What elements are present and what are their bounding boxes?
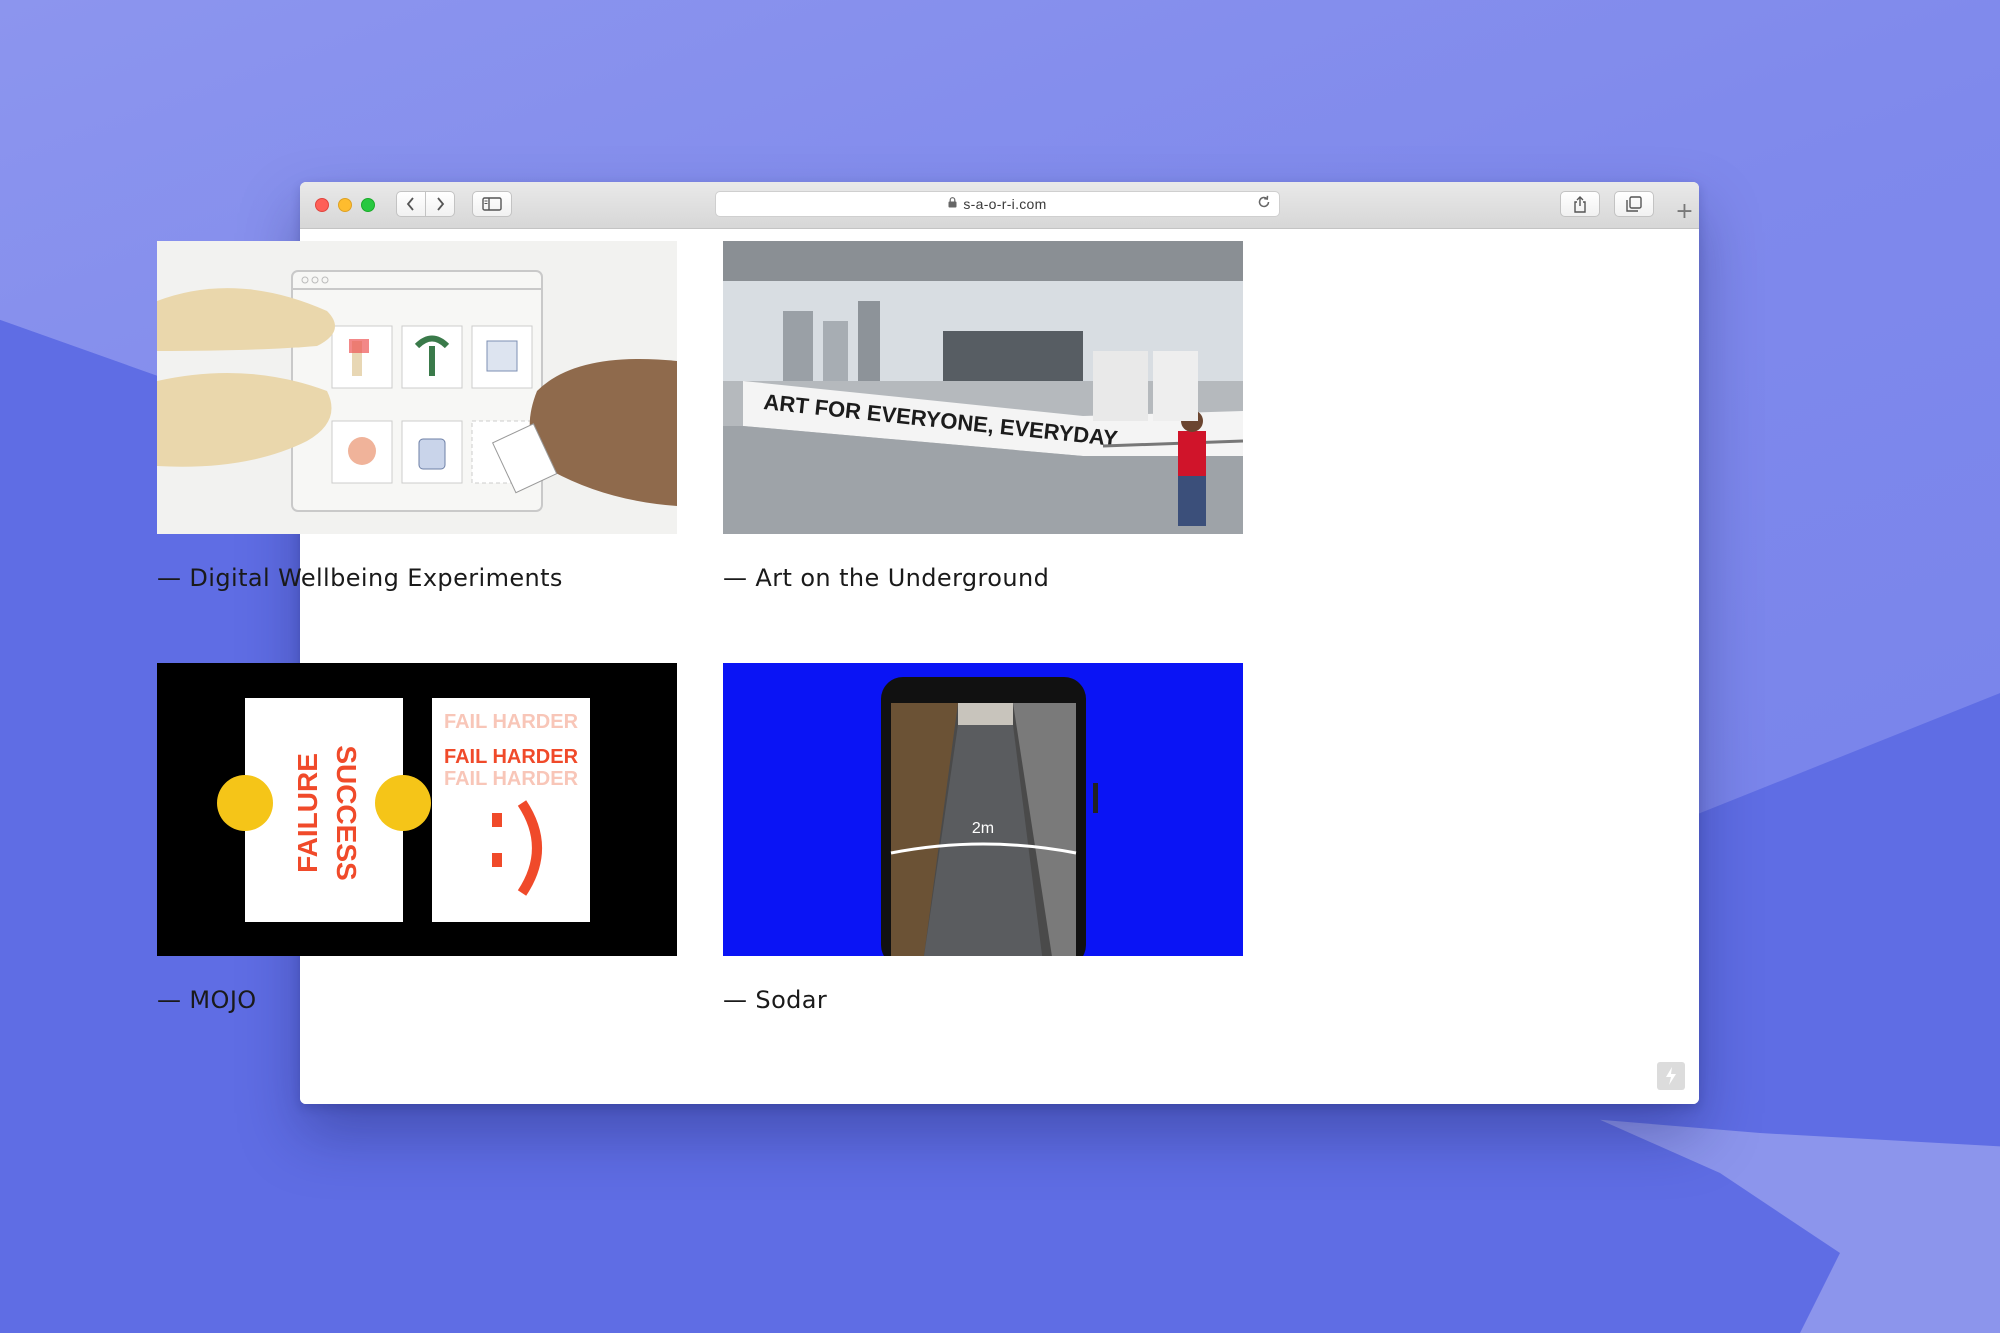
project-thumbnail-sodar[interactable]: 2m — [723, 663, 1243, 956]
project-title-mojo[interactable]: — MOJO — [157, 986, 257, 1014]
sidebar-button[interactable] — [472, 191, 512, 217]
share-button[interactable] — [1560, 191, 1600, 217]
address-bar[interactable]: s-a-o-r-i.com — [715, 191, 1280, 217]
browser-toolbar: s-a-o-r-i.com + — [300, 182, 1699, 229]
mojo-failure-text: FAILURE — [292, 753, 323, 873]
mojo-success-text: SUCCESS — [331, 745, 362, 880]
sodar-distance-text: 2m — [972, 820, 994, 837]
sidebar-icon — [482, 197, 502, 211]
minimize-window-button[interactable] — [338, 198, 352, 212]
show-tabs-button[interactable] — [1614, 191, 1654, 217]
new-tab-button[interactable]: + — [1670, 194, 1699, 228]
maximize-window-button[interactable] — [361, 198, 375, 212]
lightning-icon[interactable] — [1657, 1062, 1685, 1090]
share-icon — [1574, 195, 1586, 213]
project-thumbnail-mojo[interactable]: FAILURE SUCCESS FAIL HARDER FAIL HARDER … — [157, 663, 677, 956]
close-window-button[interactable] — [315, 198, 329, 212]
project-title-digital-wellbeing[interactable]: — Digital Wellbeing Experiments — [157, 564, 563, 592]
mojo-fail-harder-text: FAIL HARDER — [444, 746, 579, 768]
project-title-art-on-underground[interactable]: — Art on the Underground — [723, 564, 1049, 592]
chevron-right-icon — [437, 197, 445, 211]
project-title-sodar[interactable]: — Sodar — [723, 986, 827, 1014]
project-thumbnail-digital-wellbeing[interactable] — [157, 241, 677, 534]
svg-text:FAIL HARDER: FAIL HARDER — [444, 711, 579, 733]
tabs-icon — [1626, 196, 1642, 212]
url-text: s-a-o-r-i.com — [963, 196, 1047, 212]
back-button[interactable] — [396, 191, 426, 217]
project-thumbnail-art-on-underground[interactable]: ART FOR EVERYONE, EVERYDAY — [723, 241, 1243, 534]
svg-text:FAIL HARDER: FAIL HARDER — [444, 768, 579, 790]
forward-button[interactable] — [425, 191, 455, 217]
lock-icon — [948, 197, 957, 211]
reload-icon[interactable] — [1257, 195, 1271, 213]
chevron-left-icon — [406, 197, 414, 211]
